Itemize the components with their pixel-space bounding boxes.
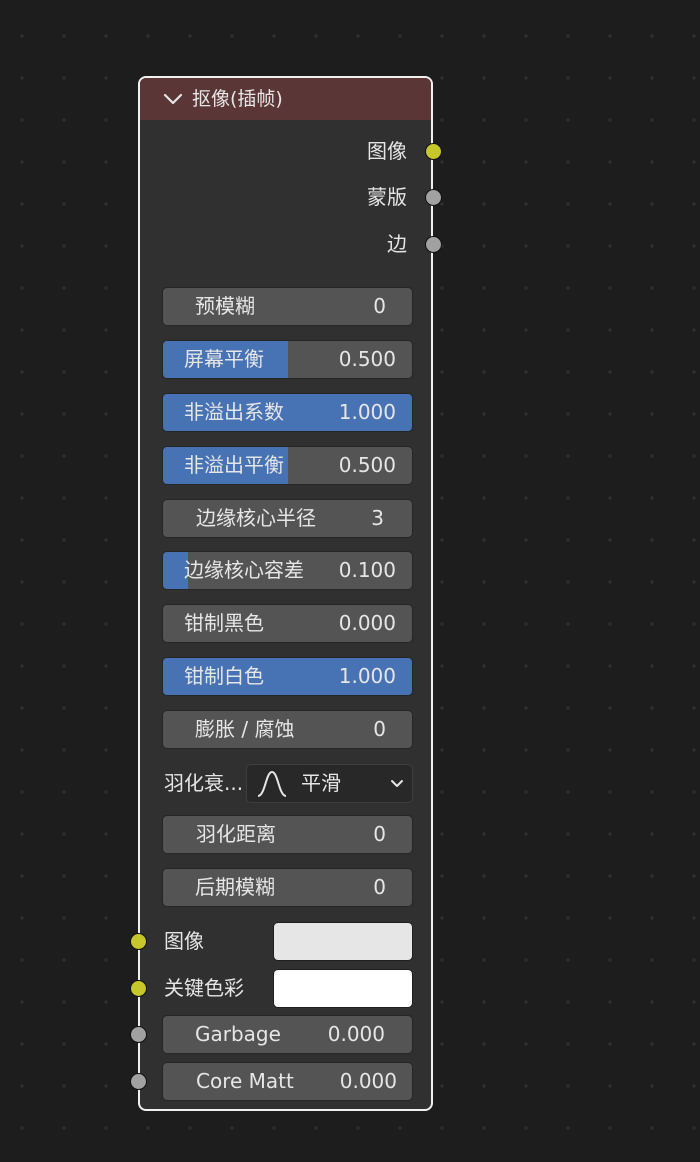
field-core-matte[interactable]: Core Matt 0.000: [162, 1062, 413, 1101]
node-header[interactable]: 抠像(插帧): [140, 78, 431, 120]
field-value: 0: [373, 822, 386, 846]
input-socket-image[interactable]: [130, 933, 147, 950]
field-feather-distance[interactable]: 羽化距离 0: [162, 815, 413, 854]
output-label-matte: 蒙版: [367, 185, 407, 209]
field-value: 0.100: [338, 558, 396, 582]
field-value: 1.000: [338, 400, 396, 424]
field-label: 钳制黑色: [184, 611, 264, 635]
color-swatch-image[interactable]: [273, 922, 413, 961]
slider-clip-white[interactable]: 钳制白色 1.000: [162, 657, 413, 696]
slider-edge-kernel-tolerance[interactable]: 边缘核心容差 0.100: [162, 551, 413, 590]
field-value: 3: [371, 506, 384, 530]
output-label-image: 图像: [367, 139, 407, 163]
field-value: 0.000: [327, 1022, 385, 1046]
field-value: 1.000: [338, 664, 396, 688]
field-label: 非溢出平衡: [184, 453, 284, 477]
keying-node[interactable]: 抠像(插帧) 图像 蒙版 边 预模糊 0 屏幕平衡 0.500 非溢出系数 1.…: [130, 76, 442, 1111]
field-preblur[interactable]: 预模糊 0: [162, 287, 413, 326]
output-label-edge: 边: [387, 232, 407, 256]
field-dilate-erode[interactable]: 膨胀 / 腐蚀 0: [162, 710, 413, 749]
field-value: 0.000: [339, 1069, 397, 1093]
field-label: 钳制白色: [184, 664, 264, 688]
slider-clip-black[interactable]: 钳制黑色 0.000: [162, 604, 413, 643]
output-socket-edge[interactable]: [425, 236, 442, 253]
field-value: 0.500: [338, 347, 396, 371]
input-label-key-color: 关键色彩: [164, 976, 244, 1000]
field-value: 0: [373, 717, 386, 741]
field-label: Garbage: [195, 1022, 281, 1046]
output-socket-matte[interactable]: [425, 189, 442, 206]
field-value: 0: [373, 294, 386, 318]
input-label-image: 图像: [164, 929, 204, 953]
field-label: 边缘核心半径: [196, 506, 316, 530]
slider-despill-balance[interactable]: 非溢出平衡 0.500: [162, 446, 413, 485]
node-title: 抠像(插帧): [192, 88, 283, 110]
chevron-down-icon: [391, 780, 403, 787]
field-label: 膨胀 / 腐蚀: [195, 717, 295, 741]
field-label: 非溢出系数: [184, 400, 284, 424]
field-value: 0: [373, 875, 386, 899]
input-socket-key-color[interactable]: [130, 980, 147, 997]
slider-despill-factor[interactable]: 非溢出系数 1.000: [162, 393, 413, 432]
field-postblur[interactable]: 后期模糊 0: [162, 868, 413, 907]
feather-falloff-label: 羽化衰...: [164, 771, 244, 795]
field-garbage-matte[interactable]: Garbage 0.000: [162, 1015, 413, 1054]
field-label: 后期模糊: [195, 875, 275, 899]
slider-screen-balance[interactable]: 屏幕平衡 0.500: [162, 340, 413, 379]
field-edge-kernel-radius[interactable]: 边缘核心半径 3: [162, 499, 413, 538]
color-swatch-key-color[interactable]: [273, 969, 413, 1008]
field-label: Core Matt: [196, 1069, 294, 1093]
output-socket-image[interactable]: [425, 143, 442, 160]
smooth-falloff-icon: [257, 770, 287, 797]
feather-falloff-dropdown[interactable]: 平滑: [246, 764, 413, 803]
field-label: 羽化距离: [196, 822, 276, 846]
dropdown-value: 平滑: [301, 771, 341, 795]
field-value: 0.000: [338, 611, 396, 635]
field-label: 边缘核心容差: [184, 558, 304, 582]
field-value: 0.500: [338, 453, 396, 477]
input-socket-garbage[interactable]: [130, 1026, 147, 1043]
chevron-down-icon[interactable]: [162, 90, 184, 108]
field-label: 屏幕平衡: [184, 347, 264, 371]
field-label: 预模糊: [195, 294, 255, 318]
input-socket-core-matte[interactable]: [130, 1073, 147, 1090]
